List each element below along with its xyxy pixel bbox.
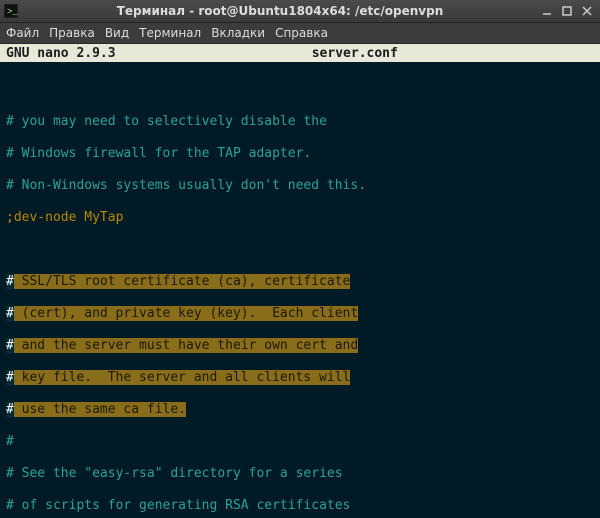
svg-text:>_: >_ xyxy=(7,7,18,17)
terminal-content[interactable]: # you may need to selectively disable th… xyxy=(0,62,600,518)
menu-file[interactable]: Файл xyxy=(6,26,39,40)
blank-line xyxy=(6,242,594,258)
maximize-button[interactable] xyxy=(558,3,576,19)
nano-filename: server.conf xyxy=(116,46,594,61)
menu-help[interactable]: Справка xyxy=(275,26,328,40)
blank-line xyxy=(6,82,594,98)
comment-line: # See the "easy-rsa" directory for a ser… xyxy=(6,466,594,482)
minimize-button[interactable] xyxy=(538,3,556,19)
nano-header: GNU nano 2.9.3 server.conf xyxy=(0,44,600,62)
highlight-line: # use the same ca file. xyxy=(6,402,594,418)
menu-view[interactable]: Вид xyxy=(105,26,129,40)
highlight-line: # SSL/TLS root certificate (ca), certifi… xyxy=(6,274,594,290)
comment-line: # of scripts for generating RSA certific… xyxy=(6,498,594,514)
comment-line: # Non-Windows systems usually don't need… xyxy=(6,178,594,194)
window-titlebar: >_ Терминал - root@Ubuntu1804x64: /etc/o… xyxy=(0,0,600,23)
highlight-line: # key file. The server and all clients w… xyxy=(6,370,594,386)
highlight-line: # and the server must have their own cer… xyxy=(6,338,594,354)
close-button[interactable] xyxy=(578,3,596,19)
menu-edit[interactable]: Правка xyxy=(49,26,95,40)
comment-line: # you may need to selectively disable th… xyxy=(6,114,594,130)
directive-line: ;dev-node MyTap xyxy=(6,210,594,226)
nano-app-label: GNU nano 2.9.3 xyxy=(6,46,116,61)
highlight-line: # (cert), and private key (key). Each cl… xyxy=(6,306,594,322)
comment-line: # xyxy=(6,434,594,450)
menu-tabs[interactable]: Вкладки xyxy=(211,26,265,40)
window-title: Терминал - root@Ubuntu1804x64: /etc/open… xyxy=(24,4,536,18)
menu-terminal[interactable]: Терминал xyxy=(139,26,201,40)
comment-line: # Windows firewall for the TAP adapter. xyxy=(6,146,594,162)
menu-bar: Файл Правка Вид Терминал Вкладки Справка xyxy=(0,23,600,44)
terminal-icon: >_ xyxy=(4,4,18,18)
